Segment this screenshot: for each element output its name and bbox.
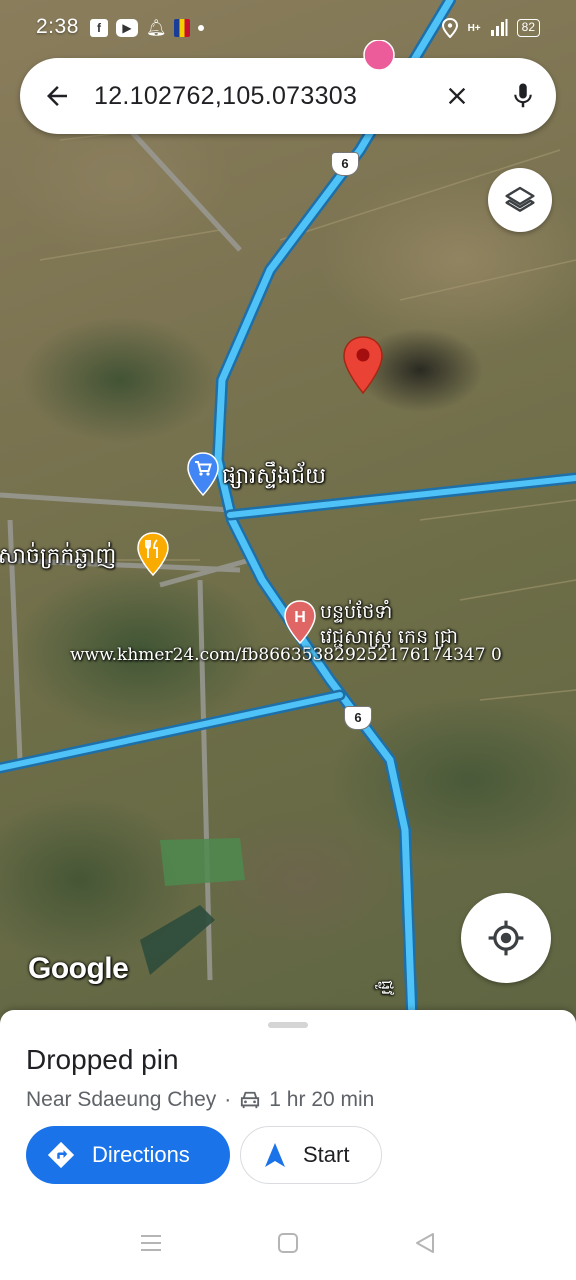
- directions-icon: [47, 1141, 75, 1169]
- svg-text:H: H: [294, 609, 306, 626]
- my-location-button[interactable]: [461, 893, 551, 983]
- status-notification-icons: f ▶ 🔔︎: [90, 18, 205, 38]
- dot-icon: [198, 25, 205, 31]
- poi-partial-icon[interactable]: [362, 40, 396, 70]
- back-nav-button[interactable]: [413, 1231, 437, 1255]
- back-button[interactable]: [20, 58, 94, 134]
- home-square-icon: [278, 1233, 298, 1253]
- back-triangle-icon: [416, 1233, 434, 1253]
- road-label-bottom: ផ្លូវ: [378, 980, 397, 996]
- directions-button[interactable]: Directions: [26, 1126, 230, 1184]
- voice-search-button[interactable]: [490, 58, 556, 134]
- shopping-cart-poi-icon[interactable]: [186, 452, 220, 496]
- mic-icon: [514, 83, 532, 108]
- hospital-label-line1: បន្ទប់ថែទាំ: [320, 601, 393, 623]
- search-input[interactable]: 12.102762,105.073303: [94, 82, 424, 111]
- crosshair-location-icon: [488, 920, 524, 956]
- flag-icon: [174, 19, 191, 37]
- route-shield-6-top: 6: [331, 152, 359, 176]
- google-logo: Google: [28, 952, 129, 985]
- hospital-poi-icon[interactable]: H: [283, 600, 317, 644]
- place-near: Near Sdaeung Chey: [26, 1088, 217, 1111]
- car-icon: [241, 1091, 260, 1109]
- dropped-pin-icon[interactable]: [341, 335, 385, 395]
- clear-button[interactable]: [424, 58, 490, 134]
- road-network: [0, 0, 576, 1020]
- satellite-map[interactable]: 2:38 f ▶ 🔔︎ H+ 82 12.102762,105.073303 6…: [0, 0, 576, 1020]
- home-button[interactable]: [276, 1231, 300, 1255]
- notification-bell-icon: 🔔︎: [146, 20, 167, 37]
- battery-indicator: 82: [516, 19, 540, 37]
- arrow-back-icon: [47, 86, 67, 106]
- close-icon: [448, 87, 466, 105]
- route-shield-6-bottom: 6: [344, 706, 372, 730]
- layers-button[interactable]: [488, 168, 552, 232]
- market-label: ផ្សារស្ទឹងជ័យ: [222, 464, 326, 489]
- status-time: 2:38: [36, 15, 79, 38]
- place-subtitle: Near Sdaeung Chey · 1 hr 20 min: [26, 1088, 374, 1112]
- menu-icon: [141, 1235, 161, 1251]
- recent-apps-button[interactable]: [139, 1231, 163, 1255]
- place-title: Dropped pin: [26, 1044, 179, 1075]
- signal-icon: [490, 19, 508, 36]
- watermark-text: www.khmer24.com/fb866353829252176174347 …: [70, 645, 502, 665]
- travel-time: 1 hr 20 min: [269, 1088, 375, 1111]
- layers-icon: [505, 186, 535, 212]
- directions-label: Directions: [92, 1142, 190, 1167]
- facebook-icon: f: [90, 19, 108, 37]
- sheet-drag-handle[interactable]: [268, 1022, 308, 1028]
- start-button[interactable]: Start: [240, 1126, 382, 1184]
- search-bar[interactable]: 12.102762,105.073303: [20, 58, 556, 134]
- navigation-arrow-icon: [265, 1143, 285, 1167]
- restaurant-poi-icon[interactable]: [136, 532, 170, 576]
- restaurant-label: សាច់ក្រក់ឆ្ងាញ់: [0, 544, 117, 569]
- status-system-icons: H+ 82: [441, 18, 540, 38]
- start-label: Start: [303, 1142, 350, 1167]
- status-bar: 2:38 f ▶ 🔔︎ H+ 82: [0, 0, 576, 56]
- network-type: H+: [467, 22, 481, 34]
- youtube-icon: ▶: [116, 19, 138, 37]
- system-nav-bar: [0, 1205, 576, 1280]
- location-icon: [441, 18, 458, 38]
- subtitle-separator: ·: [224, 1088, 232, 1111]
